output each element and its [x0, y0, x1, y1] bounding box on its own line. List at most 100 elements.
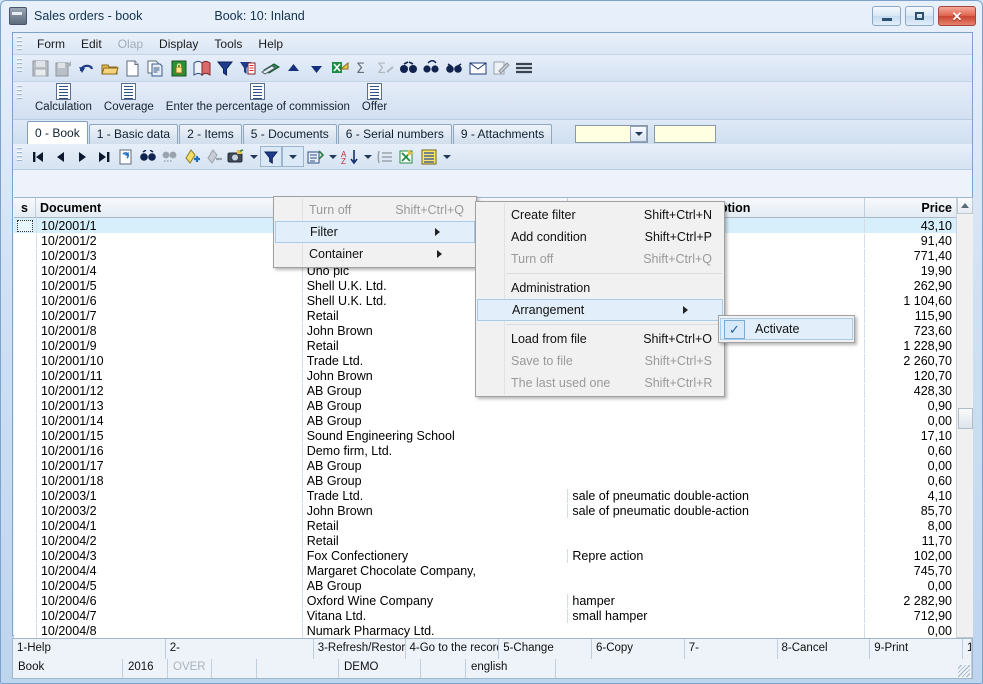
first-record-icon[interactable] [27, 146, 49, 168]
fkey-copy[interactable]: 6-Copy [592, 639, 685, 659]
fkey-help[interactable]: 1-Help [13, 639, 166, 659]
filter-icon[interactable] [260, 146, 282, 167]
remove-record-icon[interactable] [203, 146, 225, 168]
tab-documents[interactable]: 5 - Documents [243, 124, 337, 144]
find-icon[interactable] [397, 57, 420, 79]
next-record-icon[interactable] [71, 146, 93, 168]
fkey-change[interactable]: 5-Change [499, 639, 592, 659]
save-icon[interactable] [29, 57, 52, 79]
maximize-button[interactable] [905, 6, 934, 26]
tab-text-field[interactable] [654, 125, 716, 143]
table-row[interactable]: 10/2004/7Vitana Ltd.small hamper712,90 [14, 608, 956, 623]
menu-display[interactable]: Display [151, 35, 206, 53]
table-row[interactable]: 10/2004/6Oxford Wine Companyhamper2 282,… [14, 593, 956, 608]
table-row[interactable]: 10/2004/4Margaret Chocolate Company,745,… [14, 563, 956, 578]
fkey-cancel[interactable]: 8-Cancel [778, 639, 871, 659]
refresh-icon[interactable] [115, 146, 137, 168]
menu-item-create-filter[interactable]: Create filter Shift+Ctrl+N [476, 204, 724, 226]
fkey-refresh-restore[interactable]: 3-Refresh/Restore [314, 639, 406, 659]
grid-layout-dropdown-icon[interactable] [440, 146, 453, 168]
scroll-up-button[interactable] [957, 198, 973, 214]
toolbar-gripper[interactable] [17, 58, 22, 74]
fkey-menu[interactable]: 10-Menu [963, 639, 972, 659]
filter-icon[interactable] [213, 57, 236, 79]
menu-item-administration[interactable]: Administration [476, 277, 724, 299]
tab-book[interactable]: 0 - Book [27, 121, 88, 144]
book-icon[interactable] [190, 57, 213, 79]
undo-icon[interactable] [75, 57, 98, 79]
table-row[interactable]: 10/2003/1Trade Ltd.sale of pneumatic dou… [14, 488, 956, 503]
grid-header-s[interactable]: s [14, 198, 36, 217]
menu-item-activate[interactable]: ✓ Activate [720, 318, 853, 340]
menu-form[interactable]: Form [29, 35, 73, 53]
arrange-dropdown-icon[interactable] [326, 146, 339, 168]
tab-combo[interactable] [575, 125, 648, 143]
menu-item-container[interactable]: Container [274, 243, 476, 265]
tab-basic-data[interactable]: 1 - Basic data [89, 124, 178, 144]
fkey-2[interactable]: 2- [166, 639, 314, 659]
row-selector-cell[interactable] [14, 220, 36, 232]
sort-az-icon[interactable]: AZ [339, 146, 361, 168]
table-row[interactable]: 10/2004/2Retail11,70 [14, 533, 956, 548]
grid-vertical-scrollbar[interactable] [956, 198, 973, 653]
command-toolbar-gripper[interactable] [17, 85, 22, 101]
find-prev-icon[interactable] [443, 57, 466, 79]
sum-icon[interactable]: Σ [351, 57, 374, 79]
table-row[interactable]: 10/2001/15Sound Engineering School17,10 [14, 428, 956, 443]
tab-items[interactable]: 2 - Items [179, 124, 242, 144]
edit-note-icon[interactable] [489, 57, 512, 79]
table-row[interactable]: 10/2004/1Retail8,00 [14, 518, 956, 533]
menubar-gripper[interactable] [17, 36, 22, 52]
filter-list-icon[interactable] [236, 57, 259, 79]
table-row[interactable]: 10/2004/8Numark Pharmacy Ltd.0,00 [14, 623, 956, 638]
find-dotted-icon[interactable] [159, 146, 181, 168]
menu-lines-icon[interactable] [512, 57, 535, 79]
fkey-7[interactable]: 7- [685, 639, 778, 659]
open-folder-icon[interactable] [98, 57, 121, 79]
tab-attachments[interactable]: 9 - Attachments [453, 124, 552, 144]
move-up-icon[interactable] [282, 57, 305, 79]
menu-tools[interactable]: Tools [206, 35, 250, 53]
lock-icon[interactable] [167, 57, 190, 79]
menu-help[interactable]: Help [250, 35, 291, 53]
tab-serial-numbers[interactable]: 6 - Serial numbers [338, 124, 452, 144]
coverage-button[interactable]: Coverage [98, 82, 160, 113]
filter-dropdown-icon[interactable] [282, 146, 304, 167]
table-row[interactable]: 10/2001/13AB Group0,90 [14, 398, 956, 413]
move-down-icon[interactable] [305, 57, 328, 79]
grid-layout-icon[interactable] [418, 146, 440, 168]
find-next-icon[interactable] [420, 57, 443, 79]
chevron-down-icon[interactable] [630, 126, 647, 142]
mail-icon[interactable] [466, 57, 489, 79]
find-icon[interactable] [137, 146, 159, 168]
export-excel-icon[interactable] [396, 146, 418, 168]
offer-button[interactable]: Offer [356, 82, 393, 113]
table-row[interactable]: 10/2003/2John Brownsale of pneumatic dou… [14, 503, 956, 518]
grid-header-price[interactable]: Price [865, 198, 957, 217]
close-button[interactable]: ✕ [938, 6, 976, 26]
table-row[interactable]: 10/2004/3Fox ConfectioneryRepre action10… [14, 548, 956, 563]
menu-item-filter[interactable]: Filter [275, 221, 475, 243]
print-icon[interactable] [259, 57, 282, 79]
calculation-button[interactable]: Calculation [29, 82, 98, 113]
sort-dropdown-icon[interactable] [361, 146, 374, 168]
camera-icon[interactable] [225, 146, 247, 168]
minimize-button[interactable] [872, 6, 901, 26]
last-record-icon[interactable] [93, 146, 115, 168]
add-record-icon[interactable] [181, 146, 203, 168]
fkey-print[interactable]: 9-Print [870, 639, 963, 659]
menu-item-add-condition[interactable]: Add condition Shift+Ctrl+P [476, 226, 724, 248]
table-row[interactable]: 10/2001/14AB Group0,00 [14, 413, 956, 428]
resize-grip-icon[interactable] [958, 665, 970, 677]
table-row[interactable]: 10/2001/18AB Group0,60 [14, 473, 956, 488]
commission-percentage-button[interactable]: Enter the percentage of commission [160, 82, 356, 113]
export-excel-icon[interactable] [328, 57, 351, 79]
subtotal-icon[interactable]: Σ [374, 57, 397, 79]
table-row[interactable]: 10/2004/5AB Group0,00 [14, 578, 956, 593]
table-row[interactable]: 10/2001/16Demo firm, Ltd.0,60 [14, 443, 956, 458]
list-icon[interactable] [374, 146, 396, 168]
save-as-icon[interactable] [52, 57, 75, 79]
menu-edit[interactable]: Edit [73, 35, 110, 53]
scrollbar-thumb[interactable] [958, 408, 973, 429]
menu-item-load-from-file[interactable]: Load from file Shift+Ctrl+O [476, 328, 724, 350]
